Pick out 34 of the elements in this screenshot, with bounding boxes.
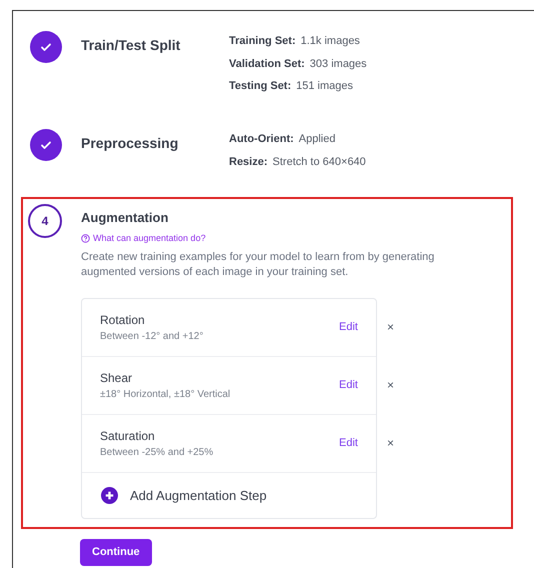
detail-label: Training Set:: [229, 34, 296, 49]
help-icon: [81, 234, 90, 242]
step-title: Train/Test Split: [81, 36, 182, 55]
detail-label: Resize:: [229, 154, 268, 170]
plus-icon: [101, 487, 118, 504]
detail-value: Stretch to 640×640: [272, 154, 366, 170]
detail-label: Auto-Orient:: [229, 132, 294, 147]
remove-button[interactable]: ×: [387, 434, 394, 452]
augmentation-name: Shear: [100, 370, 134, 387]
augmentation-summary: Between -25% and +25%: [100, 446, 214, 460]
step-title: Augmentation: [81, 209, 170, 226]
detail-value: 303 images: [310, 56, 367, 72]
check-icon: [30, 31, 62, 63]
step-title: Preprocessing: [81, 134, 180, 153]
detail-value: 1.1k images: [300, 34, 360, 49]
check-icon: [30, 129, 62, 161]
help-link[interactable]: What can augmentation do?: [81, 232, 471, 244]
detail-value: 151 images: [296, 79, 354, 94]
description: Create new training examples for your model to learn from by generating augmented versions of each image in your training set.: [81, 250, 436, 280]
edit-button[interactable]: Edit: [339, 319, 358, 336]
augmentation-summary: ±18° Horizontal, ±18° Vertical: [100, 388, 232, 402]
detail-label: Testing Set:: [229, 79, 292, 94]
remove-button[interactable]: ×: [387, 318, 394, 336]
edit-button[interactable]: Edit: [339, 377, 358, 394]
remove-button[interactable]: ×: [387, 376, 394, 394]
augmentation-name: Saturation: [100, 428, 156, 445]
detail-label: Validation Set:: [229, 56, 305, 72]
step-number: 4: [28, 204, 62, 238]
edit-button[interactable]: Edit: [339, 435, 358, 452]
detail-value: Applied: [298, 132, 336, 147]
augmentation-name: Rotation: [100, 312, 146, 329]
add-augmentation-button[interactable]: Add Augmentation Step: [82, 473, 376, 518]
augmentation-summary: Between -12° and +12°: [100, 330, 204, 344]
continue-button[interactable]: Continue: [80, 539, 152, 566]
